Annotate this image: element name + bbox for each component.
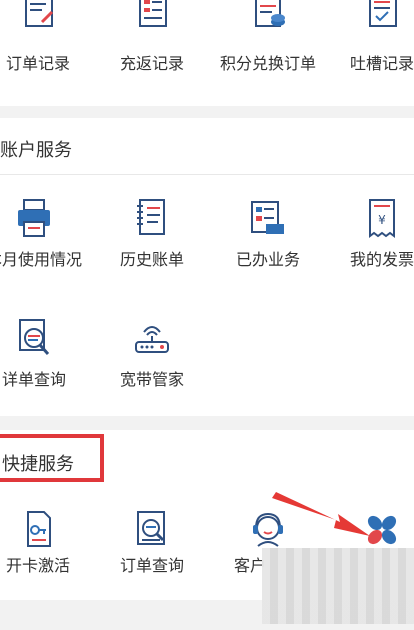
broadband-manager-item[interactable]: 宽带管家 [100,318,204,438]
router-icon [132,318,172,358]
complaint-record-label: 吐槽记录 [349,54,414,73]
order-record-icon [18,0,58,32]
detail-query-item[interactable]: 详单查询 [0,318,86,438]
recharge-record-label: 充返记录 [119,54,184,73]
card-activation-label: 开卡激活 [5,556,70,575]
order-search-icon [132,510,172,550]
orders-section: 订单记录 充返记录 积分兑换订单 吐槽记录 [0,0,414,106]
points-exchange-icon [248,0,288,32]
svg-text:¥: ¥ [378,213,386,227]
account-section-title: 账户服务 [0,140,72,161]
invoice-icon: ¥ [362,198,402,238]
recharge-record-icon [132,0,172,32]
notebook-icon [132,198,172,238]
complaint-record-icon [362,0,402,32]
account-section: 账户服务 本月使用情况 [0,118,414,416]
points-exchange-item[interactable]: 积分兑换订单 [216,0,320,120]
account-row-1: 本月使用情况 历史账单 [0,198,414,318]
completed-business-label: 已办业务 [235,250,300,269]
search-detail-icon [14,318,54,358]
order-query-item[interactable]: 订单查询 [100,510,204,630]
annotation-arrow [272,492,370,536]
blurred-overlay [262,548,414,624]
sim-card-key-icon [18,510,58,550]
account-row-2: 详单查询 宽带管家 [0,318,414,438]
monthly-usage-label: 本月使用情况 [0,250,82,269]
history-bill-label: 历史账单 [119,250,184,269]
order-record-label: 订单记录 [5,54,70,73]
printer-icon [14,198,54,238]
my-invoice-label: 我的发票 [349,250,414,269]
complaint-record-item[interactable]: 吐槽记录 [330,0,414,120]
my-invoice-item[interactable]: ¥ 我的发票 [330,198,414,318]
monthly-usage-item[interactable]: 本月使用情况 [0,198,86,318]
points-exchange-label: 积分兑换订单 [219,54,316,73]
detail-query-label: 详单查询 [1,370,66,389]
broadband-manager-label: 宽带管家 [119,370,184,389]
business-card-icon [248,198,288,238]
account-section-header: 账户服务 [0,118,414,175]
card-activation-item[interactable]: 开卡激活 [0,510,90,630]
completed-business-item[interactable]: 已办业务 [216,198,320,318]
history-bill-item[interactable]: 历史账单 [100,198,204,318]
order-record-item[interactable]: 订单记录 [0,0,90,120]
order-query-label: 订单查询 [119,556,184,575]
recharge-record-item[interactable]: 充返记录 [100,0,204,120]
highlight-box [0,434,104,482]
